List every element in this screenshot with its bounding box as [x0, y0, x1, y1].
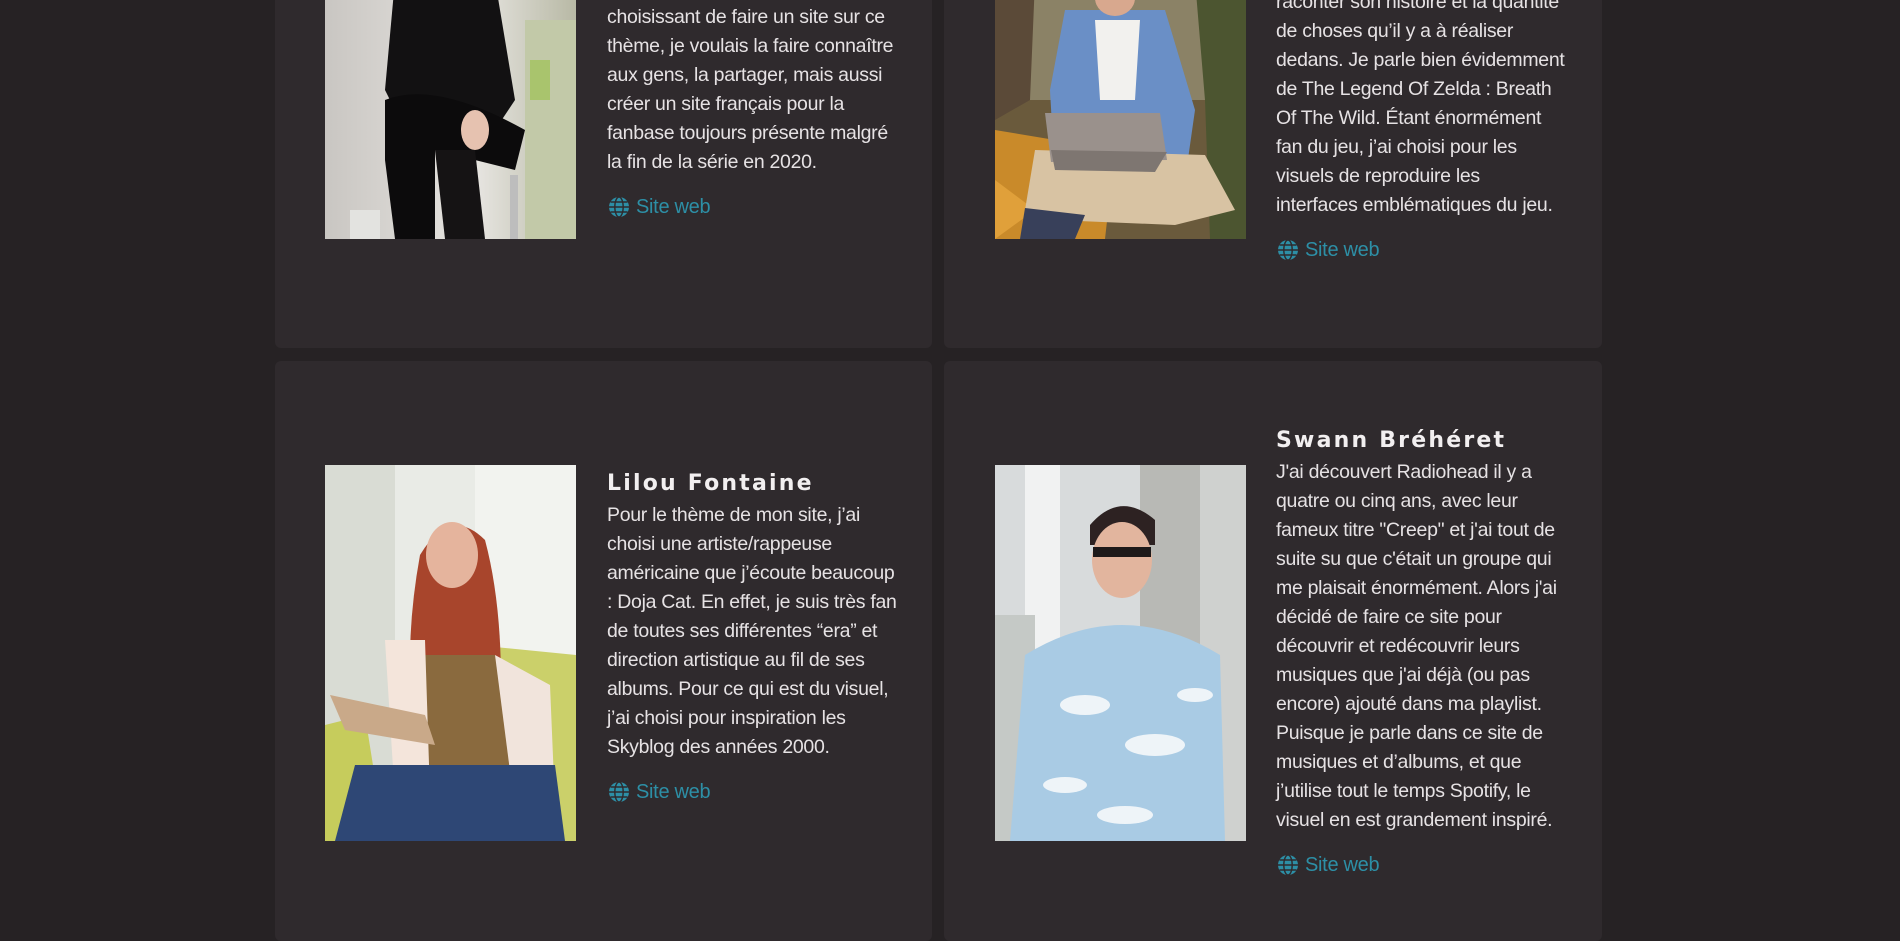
student-name: Lilou Fontaine [607, 471, 814, 496]
student-photo [325, 465, 576, 841]
globe-icon [1276, 853, 1300, 877]
student-photo [995, 0, 1246, 239]
student-photo [325, 0, 576, 239]
student-card-4: Swann Bréhéret J'ai découvert Radiohead … [944, 361, 1602, 941]
student-card-3: Lilou Fontaine Pour le thème de mon site… [275, 361, 932, 941]
student-photo [995, 465, 1246, 841]
website-link-label: Site web [636, 195, 711, 218]
website-link-label: Site web [1305, 238, 1380, 261]
student-text: Swann Bréhéret J'ai découvert Radiohead … [1276, 428, 1566, 877]
globe-icon [1276, 238, 1300, 262]
student-bio: Pour le thème de mon site, j’ai choisi u… [607, 504, 897, 758]
student-card-1: choisissant de faire un site sur ce thèm… [275, 0, 932, 348]
student-name: Swann Bréhéret [1276, 428, 1507, 453]
student-bio: raconter son histoire et la quantité de … [1276, 0, 1565, 216]
student-text: raconter son histoire et la quantité de … [1276, 0, 1566, 262]
student-card-2: raconter son histoire et la quantité de … [944, 0, 1602, 348]
globe-icon [607, 195, 631, 219]
website-link-label: Site web [1305, 853, 1380, 876]
student-bio: choisissant de faire un site sur ce thèm… [607, 6, 894, 173]
website-link[interactable]: Site web [607, 195, 897, 219]
website-link[interactable]: Site web [607, 780, 897, 804]
globe-icon [607, 780, 631, 804]
student-bio: J'ai découvert Radiohead il y a quatre o… [1276, 461, 1557, 831]
website-link[interactable]: Site web [1276, 238, 1566, 262]
student-text: Lilou Fontaine Pour le thème de mon site… [607, 471, 897, 804]
website-link[interactable]: Site web [1276, 853, 1566, 877]
website-link-label: Site web [636, 780, 711, 803]
student-text: choisissant de faire un site sur ce thèm… [607, 3, 897, 219]
